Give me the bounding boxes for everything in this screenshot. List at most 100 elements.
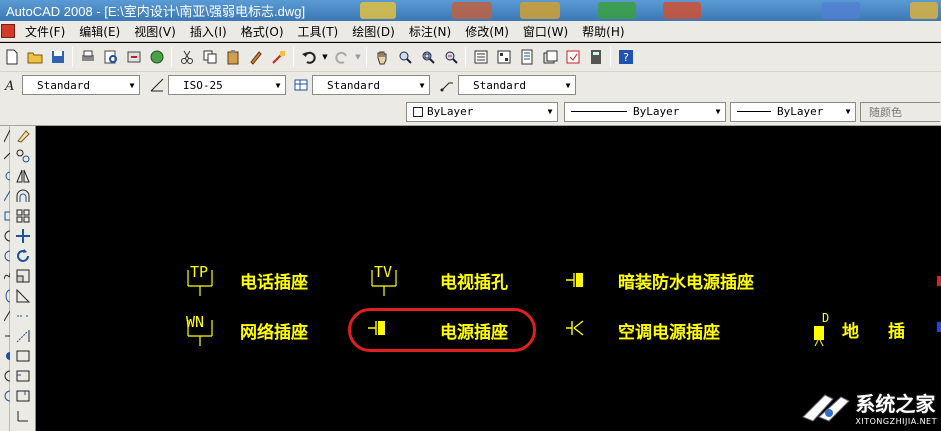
stretch-button[interactable] [11, 286, 35, 306]
app-menu-icon[interactable] [1, 24, 15, 38]
polyline-tool-partial[interactable] [0, 166, 10, 186]
blurred-taskbar-icon [663, 2, 701, 19]
erase-button[interactable] [11, 126, 35, 146]
hatch-tool-partial[interactable] [0, 366, 10, 386]
menu-format[interactable]: 格式(O) [235, 23, 292, 40]
publish-button[interactable] [122, 46, 145, 69]
menu-help[interactable]: 帮助(H) [576, 23, 632, 40]
sheet-set-manager-button[interactable] [538, 46, 561, 69]
trim-button[interactable] [11, 306, 35, 326]
mleader-style-select[interactable]: Standard ▼ [458, 75, 576, 95]
drawing-canvas[interactable]: TP 电话插座 TV 电视插孔 暗装防水电源插座 WN 网络插座 电源插座 空调… [36, 126, 941, 431]
cut-button[interactable] [175, 46, 198, 69]
linetype-control[interactable]: ByLayer ▼ [564, 101, 726, 122]
zoom-realtime-icon [399, 51, 412, 64]
blurred-taskbar-icon [598, 2, 636, 19]
copy-object-button[interactable] [11, 146, 35, 166]
zoom-previous-button[interactable] [439, 46, 462, 69]
chevron-down-icon: ▼ [845, 107, 851, 116]
lineweight-preview [737, 111, 771, 112]
color-control[interactable]: ByLayer ▼ [406, 101, 558, 122]
insert-block-tool-partial[interactable] [0, 306, 10, 326]
properties-button[interactable] [469, 46, 492, 69]
publish-web-button[interactable] [145, 46, 168, 69]
chamfer-button[interactable] [11, 366, 35, 386]
extend-icon [16, 330, 30, 343]
table-style-select[interactable]: Standard ▼ [312, 75, 430, 95]
concealed-waterproof-socket-label: 暗装防水电源插座 [618, 273, 754, 293]
menu-dimension[interactable]: 标注(N) [403, 23, 459, 40]
plot-style-control[interactable]: 随颜色 [860, 101, 940, 122]
arc-tool-partial[interactable] [0, 226, 10, 246]
make-block-tool-partial[interactable] [0, 326, 10, 346]
blue-marker-partial [937, 322, 941, 332]
rectangle-tool-partial[interactable] [0, 206, 10, 226]
svg-text:?: ? [623, 51, 629, 64]
paste-button[interactable] [221, 46, 244, 69]
menu-file[interactable]: 文件(F) [19, 23, 73, 40]
plot-button[interactable] [76, 46, 99, 69]
lineweight-control[interactable]: ByLayer ▼ [730, 101, 856, 122]
redo-dropdown[interactable]: ▼ [353, 46, 363, 69]
zoom-realtime-button[interactable] [393, 46, 416, 69]
copy-button[interactable] [198, 46, 221, 69]
design-center-button[interactable] [492, 46, 515, 69]
circle-tool-partial[interactable] [0, 246, 10, 266]
menu-insert[interactable]: 插入(I) [184, 23, 235, 40]
save-button[interactable] [46, 46, 69, 69]
toolbar-separator [171, 47, 172, 67]
undo-dropdown[interactable]: ▼ [320, 46, 330, 69]
text-style-select[interactable]: Standard ▼ [22, 75, 140, 95]
match-properties-button[interactable] [244, 46, 267, 69]
mleader-style-icon[interactable] [438, 76, 456, 94]
ellipse-tool-partial[interactable] [0, 286, 10, 306]
undo-button[interactable] [297, 46, 320, 69]
dim-style-icon[interactable] [148, 76, 166, 94]
move-button[interactable] [11, 226, 35, 246]
block-editor-button[interactable] [267, 46, 290, 69]
floor-socket-label-part2: 插 [888, 322, 905, 342]
fillet-button[interactable] [11, 386, 35, 406]
polygon-tool-partial[interactable] [0, 186, 10, 206]
floor-socket-label-part1: 地 [842, 322, 859, 342]
xline-tool-partial[interactable] [0, 146, 10, 166]
text-style-icon[interactable]: A [2, 76, 20, 94]
table-style-icon[interactable] [292, 76, 310, 94]
tv-socket-label: 电视插孔 [440, 273, 508, 293]
tool-palettes-button[interactable] [515, 46, 538, 69]
break-button[interactable] [11, 346, 35, 366]
menu-window[interactable]: 窗口(W) [517, 23, 576, 40]
offset-button[interactable] [11, 186, 35, 206]
pan-button[interactable] [370, 46, 393, 69]
new-file-button[interactable] [0, 46, 23, 69]
zoom-window-button[interactable] [416, 46, 439, 69]
calculator-icon [590, 50, 601, 64]
array-icon [16, 209, 30, 223]
quickcalc-button[interactable] [584, 46, 607, 69]
region-tool-partial[interactable] [0, 386, 10, 406]
copy-icon [203, 50, 216, 64]
menu-draw[interactable]: 绘图(D) [346, 23, 403, 40]
markup-set-manager-button[interactable] [561, 46, 584, 69]
printer-icon [81, 50, 94, 61]
line-tool-partial[interactable] [0, 126, 10, 146]
rotate-button[interactable] [11, 246, 35, 266]
explode-icon [17, 411, 28, 422]
array-button[interactable] [11, 206, 35, 226]
chamfer-icon [16, 370, 30, 382]
redo-button[interactable] [330, 46, 353, 69]
menu-modify[interactable]: 修改(M) [459, 23, 517, 40]
explode-button[interactable] [11, 406, 35, 426]
dim-style-select[interactable]: ISO-25 ▼ [168, 75, 286, 95]
point-tool-partial[interactable] [0, 346, 10, 366]
menu-view[interactable]: 视图(V) [128, 23, 184, 40]
help-button[interactable]: ? [614, 46, 637, 69]
menu-edit[interactable]: 编辑(E) [73, 23, 128, 40]
plot-preview-button[interactable] [99, 46, 122, 69]
mirror-button[interactable] [11, 166, 35, 186]
menu-tools[interactable]: 工具(T) [292, 23, 347, 40]
extend-button[interactable] [11, 326, 35, 346]
spline-tool-partial[interactable] [0, 266, 10, 286]
open-file-button[interactable] [23, 46, 46, 69]
scale-button[interactable] [11, 266, 35, 286]
